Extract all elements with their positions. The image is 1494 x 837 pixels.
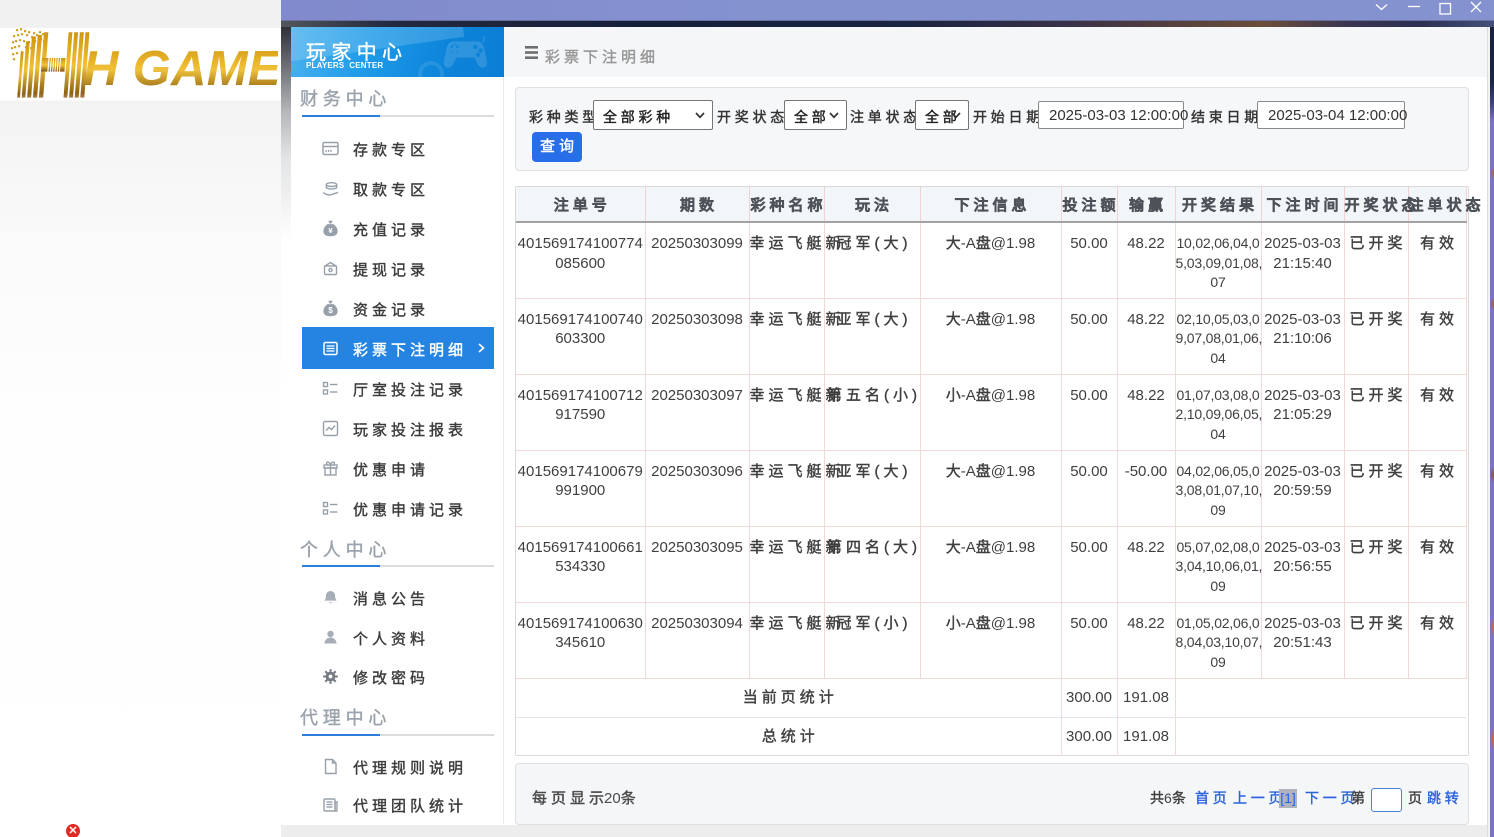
svg-text:H GAME: H GAME [83,42,278,96]
svg-text:$: $ [328,306,333,315]
svg-text:¥: ¥ [328,226,333,235]
